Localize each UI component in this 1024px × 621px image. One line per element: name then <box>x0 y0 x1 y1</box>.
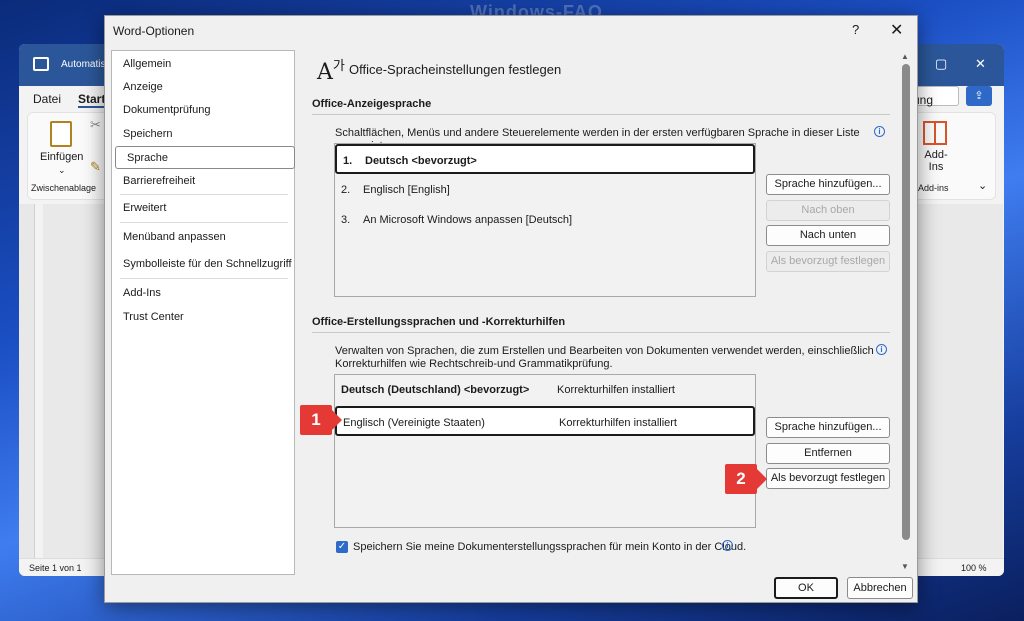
cloud-save-checkbox[interactable]: ✓ <box>336 541 348 553</box>
nav-item-sprache[interactable]: Sprache <box>115 146 295 169</box>
info-icon[interactable]: i <box>722 540 733 551</box>
language-settings-pane: A가 Office-Spracheinstellungen festlegen … <box>301 50 899 575</box>
cloud-save-label[interactable]: Speichern Sie meine Dokumenterstellungss… <box>353 541 746 553</box>
cancel-button[interactable]: Abbrechen <box>847 577 913 599</box>
list-item[interactable]: 1. Deutsch <bevorzugt> <box>335 144 755 174</box>
scroll-thumb[interactable] <box>902 64 910 540</box>
nav-item-schnellzugriff[interactable]: Symbolleiste für den Schnellzugriff <box>112 253 294 276</box>
share-button[interactable]: ⇪ <box>966 86 992 106</box>
display-language-heading: Office-Anzeigesprache <box>312 98 432 110</box>
scroll-up-icon[interactable]: ▲ <box>901 52 909 61</box>
annotation-marker-2: 2 <box>725 464 767 494</box>
authoring-description-line1: Verwalten von Sprachen, die zum Erstelle… <box>335 345 874 357</box>
nav-item-speichern[interactable]: Speichern <box>112 123 294 146</box>
nav-item-allgemein[interactable]: Allgemein <box>112 53 294 76</box>
authoring-add-language-button[interactable]: Sprache hinzufügen... <box>766 417 890 438</box>
paste-icon[interactable] <box>50 121 72 147</box>
options-nav: Allgemein Anzeige Dokumentprüfung Speich… <box>111 50 295 575</box>
language-icon: A가 <box>317 59 345 85</box>
vertical-scrollbar[interactable]: ▲ ▼ <box>899 50 913 575</box>
paste-chevron-icon[interactable]: ⌄ <box>58 165 66 176</box>
format-painter-icon[interactable]: ✎ <box>90 159 101 175</box>
tab-start[interactable]: Start <box>78 92 106 108</box>
page-indicator: Seite 1 von 1 <box>29 563 82 573</box>
close-icon[interactable]: ✕ <box>890 20 903 40</box>
list-item-label: Englisch [English] <box>363 184 450 196</box>
nav-divider <box>120 278 288 279</box>
paste-label[interactable]: Einfügen <box>40 151 83 163</box>
nav-divider <box>120 194 288 195</box>
move-up-button[interactable]: Nach oben <box>766 200 890 221</box>
move-down-button[interactable]: Nach unten <box>766 225 890 246</box>
maximize-icon[interactable]: ▢ <box>935 56 947 72</box>
nav-divider <box>120 222 288 223</box>
table-row[interactable]: Englisch (Vereinigte Staaten) Korrekturh… <box>335 406 755 436</box>
authoring-language-list[interactable]: Deutsch (Deutschland) <bevorzugt> Korrek… <box>334 374 756 528</box>
nav-item-trust-center[interactable]: Trust Center <box>112 306 294 329</box>
list-item[interactable]: 2. Englisch [English] <box>335 175 755 205</box>
display-add-language-button[interactable]: Sprache hinzufügen... <box>766 174 890 195</box>
proofing-status: Korrekturhilfen installiert <box>559 417 677 429</box>
language-name: Englisch (Vereinigte Staaten) <box>343 417 485 429</box>
info-icon[interactable]: i <box>874 126 885 137</box>
ribbon-collapse-icon[interactable]: ⌄ <box>978 179 987 192</box>
addins-icon[interactable] <box>923 121 947 145</box>
zoom-level[interactable]: 100 % <box>961 563 987 573</box>
dialog-title: Word-Optionen <box>113 24 195 38</box>
authoring-description-line2: Korrekturhilfen wie Rechtschreib-und Gra… <box>335 358 613 370</box>
list-item-number: 3. <box>341 214 351 226</box>
display-language-list[interactable]: 1. Deutsch <bevorzugt> 2. Englisch [Engl… <box>334 143 756 297</box>
word-options-dialog: Word-Optionen ? ✕ Allgemein Anzeige Doku… <box>104 15 918 603</box>
nav-item-addins[interactable]: Add-Ins <box>112 282 294 305</box>
display-set-preferred-button[interactable]: Als bevorzugt festlegen <box>766 251 890 272</box>
word-app-icon <box>33 57 49 71</box>
tab-datei[interactable]: Datei <box>33 92 61 106</box>
authoring-set-preferred-button[interactable]: Als bevorzugt festlegen <box>766 468 890 489</box>
table-row[interactable]: Deutsch (Deutschland) <bevorzugt> Korrek… <box>335 375 755 405</box>
info-icon[interactable]: i <box>876 344 887 355</box>
nav-item-erweitert[interactable]: Erweitert <box>112 197 294 220</box>
annotation-marker-1: 1 <box>300 405 342 435</box>
addins-label[interactable]: Add-Ins <box>922 149 950 173</box>
vertical-ruler <box>19 204 35 559</box>
help-icon[interactable]: ? <box>852 22 859 37</box>
close-window-icon[interactable]: ✕ <box>975 56 986 72</box>
proofing-status: Korrekturhilfen installiert <box>557 384 675 396</box>
authoring-language-heading: Office-Erstellungssprachen und -Korrektu… <box>312 316 566 328</box>
nav-item-anzeige[interactable]: Anzeige <box>112 76 294 99</box>
list-item-label: An Microsoft Windows anpassen [Deutsch] <box>363 214 573 226</box>
nav-item-barrierefreiheit[interactable]: Barrierefreiheit <box>112 170 294 193</box>
list-item-label: Deutsch <bevorzugt> <box>365 155 477 167</box>
list-item-number: 2. <box>341 184 351 196</box>
remove-language-button[interactable]: Entfernen <box>766 443 890 464</box>
ok-button[interactable]: OK <box>774 577 838 599</box>
nav-item-menueband[interactable]: Menüband anpassen <box>112 226 294 249</box>
clipboard-group-label: Zwischenablage <box>31 183 97 193</box>
language-name: Deutsch (Deutschland) <bevorzugt> <box>341 384 530 396</box>
list-item-number: 1. <box>343 155 353 167</box>
cut-icon[interactable]: ✂ <box>90 117 101 133</box>
page-title: Office-Spracheinstellungen festlegen <box>349 62 562 77</box>
scroll-down-icon[interactable]: ▼ <box>901 562 909 571</box>
section-divider <box>312 114 890 115</box>
section-divider <box>312 332 890 333</box>
nav-item-dokumentpruefung[interactable]: Dokumentprüfung <box>112 99 294 122</box>
list-item[interactable]: 3. An Microsoft Windows anpassen [Deutsc… <box>335 205 755 235</box>
addins-group-label: Add-ins <box>918 183 949 193</box>
